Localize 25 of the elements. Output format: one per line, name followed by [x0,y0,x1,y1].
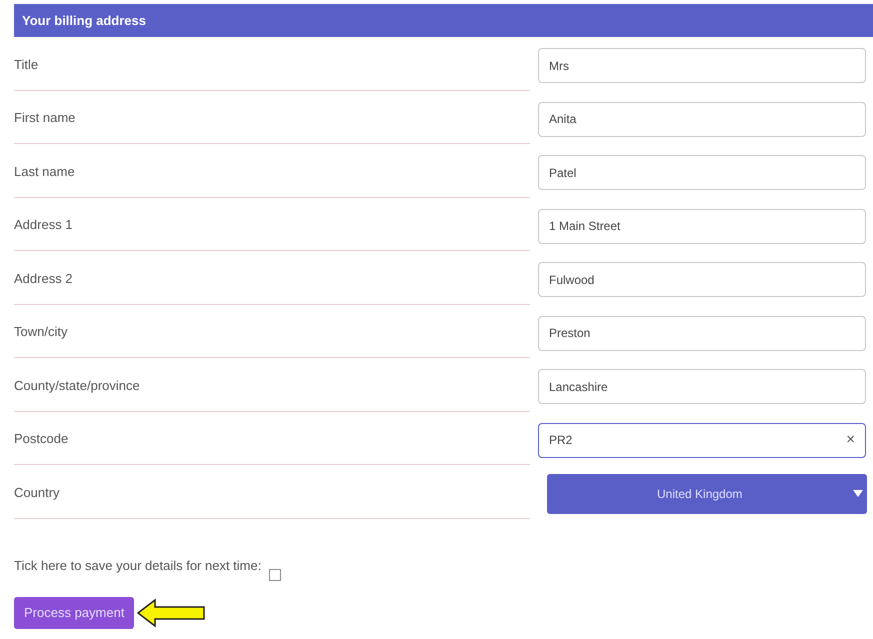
caret-icon [853,490,863,498]
text-field[interactable]: Preston [538,316,866,351]
field-label: Address 2 [14,270,73,288]
clear-button[interactable]: × [846,429,855,452]
save-details-label: Tick here to save your details for next time: [14,556,262,574]
field-label: Town/city [14,323,68,341]
text-field[interactable]: Lancashire [538,369,866,404]
field-label: Postcode [14,430,68,448]
text-field[interactable]: 1 Main Street [538,208,866,244]
field-label: First name [14,109,76,127]
field-label: Title [14,56,38,74]
section-header: Your billing address [14,4,873,37]
arrow-icon [137,598,206,628]
text-field[interactable]: Mrs [538,48,866,84]
text-field[interactable]: Patel [538,155,866,190]
field-label: Address 1 [14,216,73,234]
field-label: Last name [14,162,75,180]
text-field[interactable]: Fulwood [538,262,866,298]
save-details-checkbox[interactable] [269,568,282,580]
text-field[interactable]: PR2 × [538,422,866,458]
country-dropdown[interactable]: United Kingdom [547,474,867,514]
field-label: Country [14,484,60,502]
text-field[interactable]: Anita [538,102,866,137]
process-payment-button[interactable]: Process payment [14,596,134,628]
field-label: County/state/province [14,376,140,395]
